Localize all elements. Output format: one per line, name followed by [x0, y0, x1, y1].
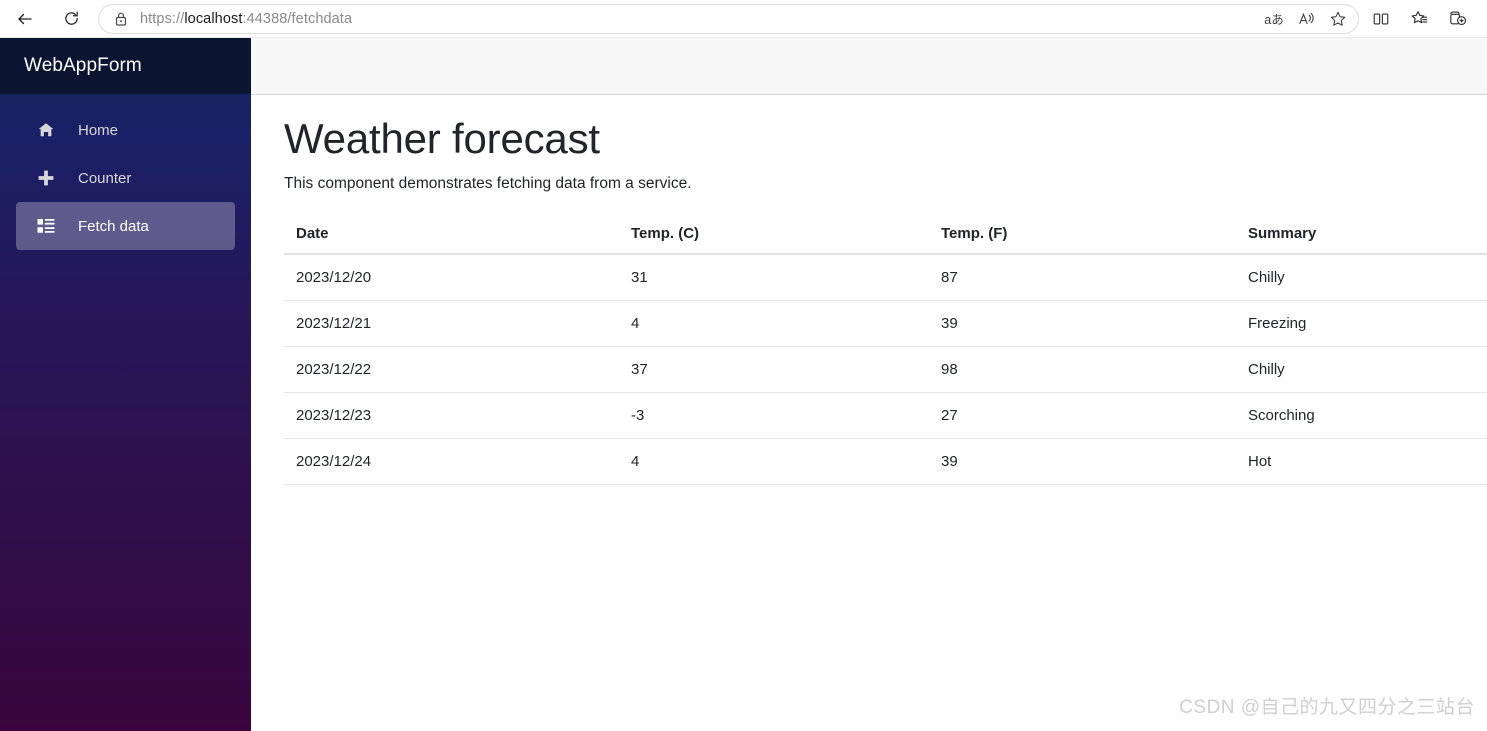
sidebar-item-label: Home	[78, 121, 119, 139]
cell-temp-f: 87	[929, 254, 1236, 302]
list-rich-icon	[36, 216, 56, 236]
table-row: 2023/12/21 4 39 Freezing	[284, 300, 1487, 348]
watermark: CSDN @自己的九又四分之三站台	[1179, 697, 1475, 718]
page-content: Weather forecast This component demonstr…	[251, 95, 1487, 486]
page-subtitle: This component demonstrates fetching dat…	[284, 175, 692, 193]
table-row: 2023/12/24 4 39 Hot	[284, 438, 1487, 486]
sidebar-item-label: Fetch data	[78, 217, 149, 235]
sidebar-item-fetch-data[interactable]: Fetch data	[16, 202, 235, 250]
sidebar-header: WebAppForm	[0, 38, 251, 94]
cell-summary: Freezing	[1236, 300, 1487, 348]
back-arrow-icon	[16, 10, 34, 28]
plus-icon	[36, 168, 56, 188]
translate-icon-label: aあ	[1264, 13, 1284, 27]
sidebar-item-home[interactable]: Home	[16, 106, 235, 154]
cell-summary: Scorching	[1236, 392, 1487, 440]
table-body: 2023/12/20 31 87 Chilly 2023/12/21 4 39 …	[284, 254, 1487, 486]
column-header-date: Date	[284, 214, 619, 256]
table-head: Date Temp. (C) Temp. (F) Summary	[284, 214, 1487, 256]
url-text[interactable]: https://localhost:44388/fetchdata	[140, 11, 1259, 27]
read-aloud-icon[interactable]	[1291, 6, 1321, 32]
refresh-icon	[63, 10, 80, 27]
home-icon	[36, 120, 56, 140]
cell-temp-c: 37	[619, 346, 929, 394]
table-row: 2023/12/23 -3 27 Scorching	[284, 392, 1487, 440]
cell-date: 2023/12/20	[284, 254, 619, 302]
main-content: Weather forecast This component demonstr…	[251, 38, 1487, 731]
cell-temp-f: 98	[929, 346, 1236, 394]
cell-date: 2023/12/24	[284, 438, 619, 486]
address-bar-container: https://localhost:44388/fetchdata aあ	[98, 3, 1359, 34]
weather-forecast-table: Date Temp. (C) Temp. (F) Summary 2023/12…	[284, 214, 1487, 486]
page-title: Weather forecast	[284, 115, 600, 162]
table-row: 2023/12/22 37 98 Chilly	[284, 346, 1487, 394]
cell-temp-f: 39	[929, 300, 1236, 348]
cell-summary: Chilly	[1236, 346, 1487, 394]
refresh-button[interactable]	[54, 2, 88, 36]
cell-temp-c: 4	[619, 438, 929, 486]
url-path: :44388/fetchdata	[242, 10, 353, 27]
favorites-list-icon[interactable]	[1403, 4, 1435, 34]
cell-summary: Chilly	[1236, 254, 1487, 302]
cell-temp-c: 31	[619, 254, 929, 302]
collections-icon[interactable]	[1441, 4, 1473, 34]
cell-date: 2023/12/23	[284, 392, 619, 440]
browser-toolbar-right	[1365, 4, 1487, 34]
cell-date: 2023/12/21	[284, 300, 619, 348]
sidebar-item-label: Counter	[78, 169, 132, 187]
browser-toolbar: https://localhost:44388/fetchdata aあ	[0, 0, 1487, 38]
sidebar-item-counter[interactable]: Counter	[16, 154, 235, 202]
app-brand[interactable]: WebAppForm	[24, 55, 142, 77]
cell-temp-f: 39	[929, 438, 1236, 486]
sidebar: WebAppForm Home Counter Fetch data	[0, 38, 251, 731]
cell-date: 2023/12/22	[284, 346, 619, 394]
cell-temp-f: 27	[929, 392, 1236, 440]
column-header-summary: Summary	[1236, 214, 1487, 256]
address-bar-actions: aあ	[1259, 6, 1353, 32]
table-row: 2023/12/20 31 87 Chilly	[284, 254, 1487, 302]
add-favorite-icon[interactable]	[1323, 6, 1353, 32]
app-root: WebAppForm Home Counter Fetch data Weath…	[0, 38, 1487, 731]
table-header-row: Date Temp. (C) Temp. (F) Summary	[284, 214, 1487, 256]
column-header-temp-c: Temp. (C)	[619, 214, 929, 256]
url-scheme: https://	[140, 10, 185, 27]
split-screen-icon[interactable]	[1365, 4, 1397, 34]
cell-summary: Hot	[1236, 438, 1487, 486]
top-row-bar	[251, 38, 1487, 95]
sidebar-nav: Home Counter Fetch data	[0, 94, 251, 250]
back-button[interactable]	[8, 2, 42, 36]
lock-icon[interactable]	[110, 8, 132, 30]
url-host: localhost	[184, 10, 243, 27]
translate-icon[interactable]: aあ	[1259, 6, 1289, 32]
cell-temp-c: 4	[619, 300, 929, 348]
column-header-temp-f: Temp. (F)	[929, 214, 1236, 256]
address-bar[interactable]: https://localhost:44388/fetchdata aあ	[98, 3, 1359, 34]
cell-temp-c: -3	[619, 392, 929, 440]
